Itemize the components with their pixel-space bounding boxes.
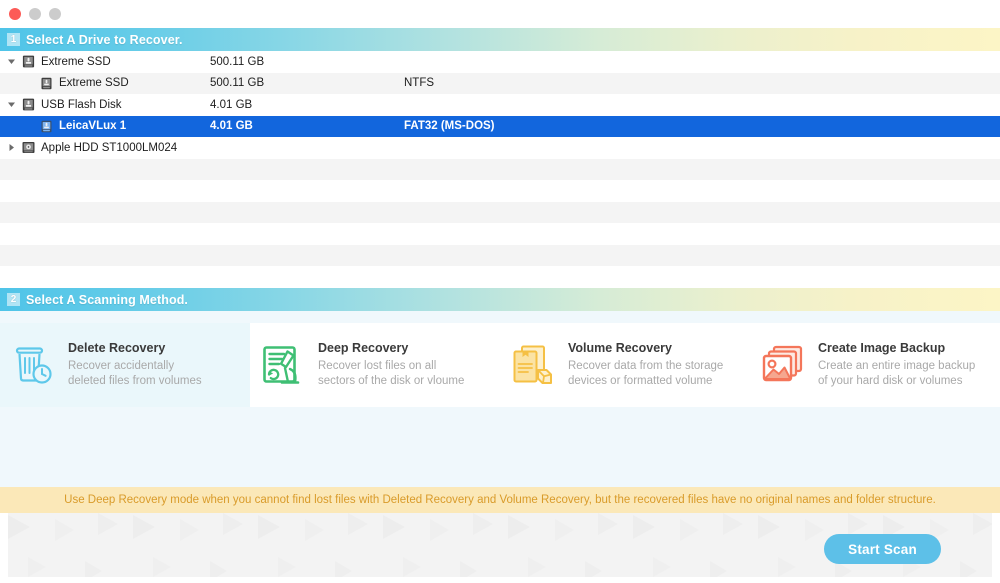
- method-card-description: Recover accidentally deleted files from v…: [68, 359, 202, 389]
- disk-icon: [22, 98, 35, 111]
- method-card-delete-recovery[interactable]: Delete Recovery Recover accidentally delet…: [0, 323, 250, 407]
- drive-row[interactable]: USB Flash Disk 4.01 GB: [0, 94, 1000, 116]
- minimize-icon[interactable]: [29, 8, 41, 20]
- drive-name-cell: Extreme SSD: [0, 55, 210, 68]
- method-card-text: Deep Recovery Recover lost files on all se…: [318, 341, 464, 389]
- method-card-title: Volume Recovery: [568, 341, 672, 355]
- drive-name-label: Extreme SSD: [59, 77, 129, 90]
- image-stack-icon: [762, 345, 803, 382]
- microscope-document-icon: [263, 346, 300, 384]
- step-2-header: 2 Select A Scanning Method.: [0, 288, 1000, 311]
- drive-name-label: USB Flash Disk: [41, 98, 122, 111]
- drive-row[interactable]: Apple HDD ST1000LM024: [0, 137, 1000, 159]
- drive-name-label: Apple HDD ST1000LM024: [41, 141, 178, 154]
- step-2-title: Select A Scanning Method.: [26, 292, 189, 307]
- step-2-number: 2: [7, 293, 20, 306]
- drive-row[interactable]: LeicaVLux 1 4.01 GB FAT32 (MS-DOS): [0, 115, 1000, 137]
- method-card-text: Create Image Backup Create an entire imag…: [818, 341, 975, 389]
- method-card-text: Delete Recovery Recover accidentally delet…: [68, 341, 202, 389]
- method-card-description-line-2: deleted files from volumes: [68, 375, 202, 387]
- drive-size-cell: 4.01 GB: [210, 120, 253, 133]
- method-card-description-line-2: devices or formatted volume: [568, 375, 713, 387]
- footer-left-edge: [0, 513, 8, 583]
- drive-size-cell: 500.11 GB: [210, 77, 265, 90]
- method-card-description: Recover data from the storage devices or …: [568, 359, 723, 389]
- start-scan-button[interactable]: Start Scan: [824, 534, 941, 564]
- maximize-icon[interactable]: [49, 8, 61, 20]
- method-card-title: Delete Recovery: [68, 341, 166, 355]
- method-card-description-line-1: Recover data from the storage: [568, 360, 724, 372]
- drive-name-label: Extreme SSD: [41, 55, 111, 68]
- chevron-down-icon[interactable]: [7, 57, 16, 66]
- close-icon[interactable]: [9, 8, 21, 20]
- drive-row-empty: [0, 158, 1000, 180]
- disk-icon: [22, 55, 35, 68]
- method-card-text: Volume Recovery Recover data from the sto…: [568, 341, 723, 389]
- drive-name-cell: USB Flash Disk: [0, 98, 210, 111]
- volume-icon: [41, 77, 52, 89]
- method-card-description: Create an entire image backup of your har…: [818, 359, 975, 389]
- method-card-title: Create Image Backup: [818, 341, 946, 355]
- drive-row[interactable]: Extreme SSD 500.11 GB: [0, 51, 1000, 73]
- drive-name-label: LeicaVLux 1: [59, 120, 127, 133]
- warning-banner: Use Deep Recovery mode when you cannot f…: [0, 487, 1000, 513]
- drive-name-cell: Apple HDD ST1000LM024: [0, 141, 210, 154]
- drive-name-cell: Extreme SSD: [0, 77, 210, 90]
- method-card-list: Delete Recovery Recover accidentally delet…: [0, 323, 1000, 407]
- method-card-description-line-2: of your hard disk or volumes: [818, 375, 963, 387]
- method-card-title: Deep Recovery: [318, 341, 409, 355]
- step-1-title: Select A Drive to Recover.: [26, 32, 183, 47]
- trash-clock-icon: [15, 347, 52, 384]
- method-card-deep-recovery[interactable]: Deep Recovery Recover lost files on all se…: [250, 323, 500, 407]
- step-1-number: 1: [7, 33, 20, 46]
- drive-row[interactable]: Extreme SSD 500.11 GB NTFS: [0, 72, 1000, 94]
- drive-name-cell: LeicaVLux 1: [0, 120, 210, 133]
- step-1-header: 1 Select A Drive to Recover.: [0, 28, 1000, 51]
- drive-row-empty: [0, 266, 1000, 288]
- method-card-create-image-backup[interactable]: Create Image Backup Create an entire imag…: [750, 323, 1000, 407]
- method-card-description-line-2: sectors of the disk or vloume: [318, 375, 465, 387]
- drive-filesystem-cell: FAT32 (MS-DOS): [404, 120, 495, 133]
- drive-row-empty: [0, 201, 1000, 223]
- drive-size-cell: 500.11 GB: [210, 55, 265, 68]
- hard-disk-icon: [22, 142, 35, 154]
- method-card-description-line-1: Recover lost files on all: [318, 360, 437, 372]
- drive-row-empty: [0, 223, 1000, 245]
- drive-size-cell: 4.01 GB: [210, 98, 253, 111]
- method-card-description-line-1: Create an entire image backup: [818, 360, 976, 372]
- drive-filesystem-cell: NTFS: [404, 77, 435, 90]
- app-window: 1 Select A Drive to Recover. Extreme SSD…: [0, 0, 1000, 583]
- documents-box-icon: [513, 345, 552, 384]
- title-bar: [0, 0, 1000, 28]
- footer-bar: Start Scan: [0, 513, 1000, 583]
- method-card-description-line-1: Recover accidentally: [68, 360, 175, 372]
- drive-list[interactable]: Extreme SSD 500.11 GB Extreme SSD 500.11 GB…: [0, 51, 1000, 288]
- scanning-method-area: Delete Recovery Recover accidentally delet…: [0, 311, 1000, 487]
- warning-text: Use Deep Recovery mode when you cannot f…: [64, 494, 936, 506]
- footer-right-edge: [992, 513, 1000, 583]
- chevron-right-icon[interactable]: [7, 143, 16, 152]
- drive-row-empty: [0, 244, 1000, 266]
- footer-bottom-edge: [0, 577, 1000, 583]
- drive-row-empty: [0, 180, 1000, 202]
- volume-icon: [41, 120, 52, 132]
- chevron-down-icon[interactable]: [7, 100, 16, 109]
- method-card-volume-recovery[interactable]: Volume Recovery Recover data from the sto…: [500, 323, 750, 407]
- method-card-description: Recover lost files on all sectors of the …: [318, 359, 464, 389]
